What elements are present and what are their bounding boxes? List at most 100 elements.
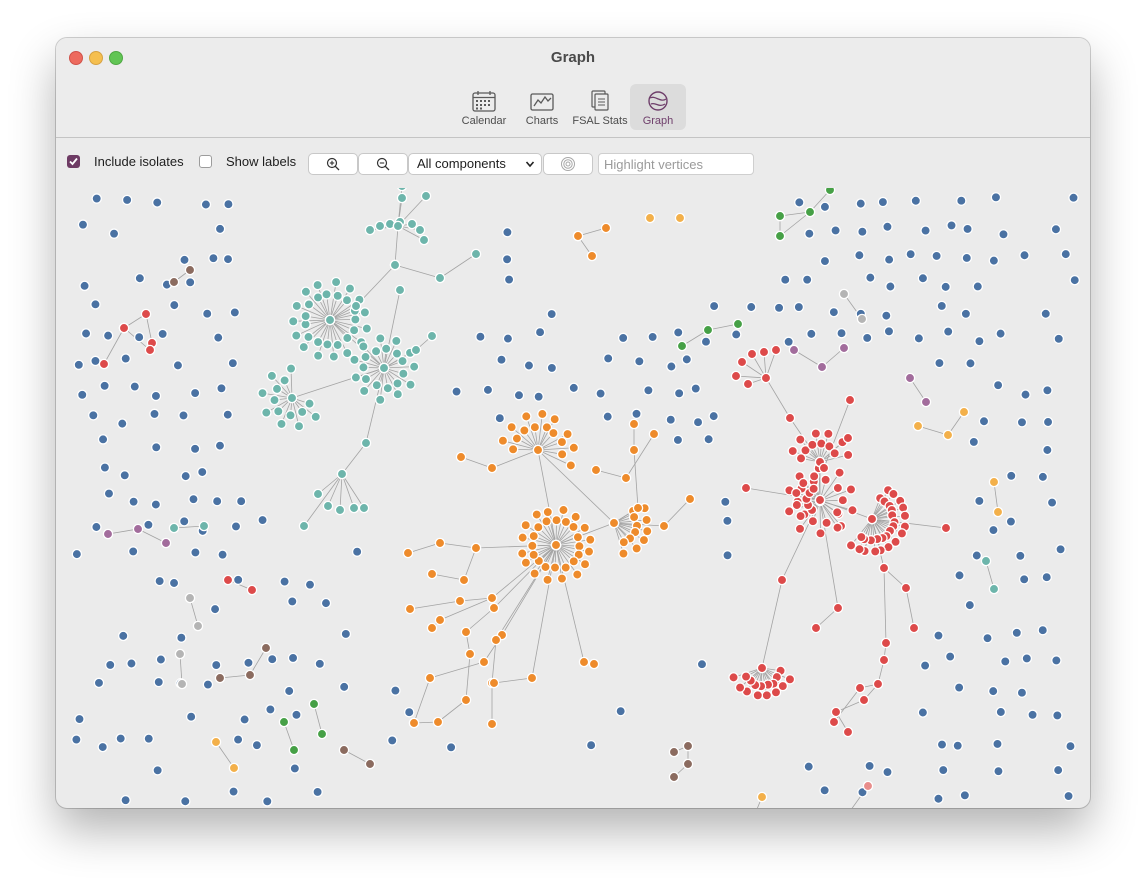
graph-vertex[interactable] bbox=[919, 660, 931, 671]
graph-vertex[interactable] bbox=[952, 740, 963, 751]
graph-vertex[interactable] bbox=[332, 290, 343, 302]
graph-vertex[interactable] bbox=[808, 483, 819, 495]
graph-vertex[interactable] bbox=[934, 357, 945, 369]
graph-vertex[interactable] bbox=[810, 622, 822, 634]
graph-vertex[interactable] bbox=[568, 556, 580, 567]
graph-vertex[interactable] bbox=[551, 514, 562, 526]
graph-vertex[interactable] bbox=[791, 499, 803, 511]
graph-vertex[interactable] bbox=[583, 546, 595, 557]
graph-vertex[interactable] bbox=[434, 537, 446, 549]
graph-vertex[interactable] bbox=[391, 348, 403, 359]
graph-vertex[interactable] bbox=[201, 308, 213, 319]
graph-vertex[interactable] bbox=[818, 462, 830, 474]
graph-vertex[interactable] bbox=[807, 515, 819, 527]
graph-vertex[interactable] bbox=[665, 414, 676, 425]
graph-vertex[interactable] bbox=[856, 313, 868, 325]
graph-vertex[interactable] bbox=[103, 488, 115, 499]
graph-vertex[interactable] bbox=[861, 332, 873, 344]
graph-vertex[interactable] bbox=[375, 333, 386, 344]
graph-vertex[interactable] bbox=[244, 669, 256, 681]
graph-vertex[interactable] bbox=[293, 420, 305, 432]
graph-vertex[interactable] bbox=[904, 372, 916, 384]
graph-vertex[interactable] bbox=[360, 437, 372, 449]
graph-vertex[interactable] bbox=[546, 362, 558, 374]
center-graph-button[interactable] bbox=[543, 153, 593, 175]
graph-vertex[interactable] bbox=[298, 520, 310, 532]
graph-vertex[interactable] bbox=[758, 346, 770, 358]
graph-vertex[interactable] bbox=[380, 343, 392, 354]
graph-vertex[interactable] bbox=[464, 648, 476, 660]
graph-vertex[interactable] bbox=[288, 744, 300, 756]
graph-vertex[interactable] bbox=[454, 595, 466, 607]
graph-vertex[interactable] bbox=[644, 212, 656, 224]
graph-vertex[interactable] bbox=[298, 341, 310, 353]
graph-vertex[interactable] bbox=[424, 672, 436, 684]
graph-vertex[interactable] bbox=[992, 738, 1003, 750]
graph-vertex[interactable] bbox=[819, 201, 831, 213]
graph-vertex[interactable] bbox=[856, 531, 867, 543]
graph-vertex[interactable] bbox=[541, 516, 552, 527]
graph-vertex[interactable] bbox=[708, 410, 719, 422]
graph-vertex[interactable] bbox=[350, 372, 362, 383]
graph-vertex[interactable] bbox=[864, 760, 875, 772]
graph-vertex[interactable] bbox=[304, 398, 315, 409]
graph-vertex[interactable] bbox=[534, 326, 546, 338]
graph-vertex[interactable] bbox=[756, 791, 768, 803]
graph-vertex[interactable] bbox=[458, 574, 470, 586]
graph-vertex[interactable] bbox=[533, 391, 544, 402]
graph-vertex[interactable] bbox=[602, 411, 613, 422]
graph-vertex[interactable] bbox=[823, 428, 834, 440]
graph-vertex[interactable] bbox=[341, 347, 353, 359]
graph-vertex[interactable] bbox=[389, 259, 401, 271]
graph-vertex[interactable] bbox=[1040, 308, 1052, 319]
graph-vertex[interactable] bbox=[1042, 444, 1053, 456]
graph-vertex[interactable] bbox=[774, 210, 786, 222]
graph-vertex[interactable] bbox=[168, 522, 180, 534]
graph-vertex[interactable] bbox=[702, 324, 714, 336]
graph-vertex[interactable] bbox=[954, 570, 965, 581]
graph-vertex[interactable] bbox=[128, 496, 139, 507]
graph-vertex[interactable] bbox=[222, 574, 234, 586]
graph-vertex[interactable] bbox=[214, 672, 226, 684]
graph-vertex[interactable] bbox=[482, 384, 494, 396]
graph-vertex[interactable] bbox=[877, 196, 889, 208]
graph-vertex[interactable] bbox=[585, 534, 596, 545]
graph-vertex[interactable] bbox=[150, 390, 162, 402]
graph-vertex[interactable] bbox=[229, 307, 241, 318]
graph-vertex[interactable] bbox=[155, 654, 167, 665]
graph-vertex[interactable] bbox=[188, 493, 199, 505]
graph-vertex[interactable] bbox=[631, 408, 642, 420]
graph-vertex[interactable] bbox=[486, 462, 498, 474]
graph-vertex[interactable] bbox=[304, 579, 316, 590]
graph-vertex[interactable] bbox=[273, 406, 284, 417]
graph-vertex[interactable] bbox=[287, 596, 298, 607]
graph-vertex[interactable] bbox=[628, 444, 640, 456]
graph-vertex[interactable] bbox=[1011, 627, 1023, 639]
graph-vertex[interactable] bbox=[88, 410, 99, 421]
graph-vertex[interactable] bbox=[956, 195, 967, 206]
graph-vertex[interactable] bbox=[647, 331, 658, 343]
graph-vertex[interactable] bbox=[328, 351, 340, 362]
graph-vertex[interactable] bbox=[722, 550, 733, 561]
graph-vertex[interactable] bbox=[847, 505, 858, 516]
graph-vertex[interactable] bbox=[150, 442, 162, 453]
graph-vertex[interactable] bbox=[1060, 248, 1072, 260]
graph-vertex[interactable] bbox=[1037, 624, 1049, 636]
graph-vertex[interactable] bbox=[793, 301, 805, 313]
zoom-out-button[interactable] bbox=[358, 153, 408, 175]
graph-vertex[interactable] bbox=[807, 439, 818, 451]
graph-vertex[interactable] bbox=[91, 521, 102, 533]
graph-vertex[interactable] bbox=[964, 599, 976, 611]
graph-vertex[interactable] bbox=[844, 394, 856, 406]
graph-vertex[interactable] bbox=[854, 682, 866, 694]
graph-vertex[interactable] bbox=[291, 300, 303, 312]
graph-vertex[interactable] bbox=[382, 382, 394, 394]
graph-vertex[interactable] bbox=[703, 433, 714, 445]
graph-vertex[interactable] bbox=[350, 314, 361, 325]
graph-vertex[interactable] bbox=[1019, 250, 1030, 261]
graph-vertex[interactable] bbox=[286, 392, 298, 404]
graph-vertex[interactable] bbox=[501, 254, 513, 265]
graph-vertex[interactable] bbox=[371, 379, 383, 391]
graph-vertex[interactable] bbox=[460, 626, 472, 638]
graph-vertex[interactable] bbox=[912, 420, 924, 432]
